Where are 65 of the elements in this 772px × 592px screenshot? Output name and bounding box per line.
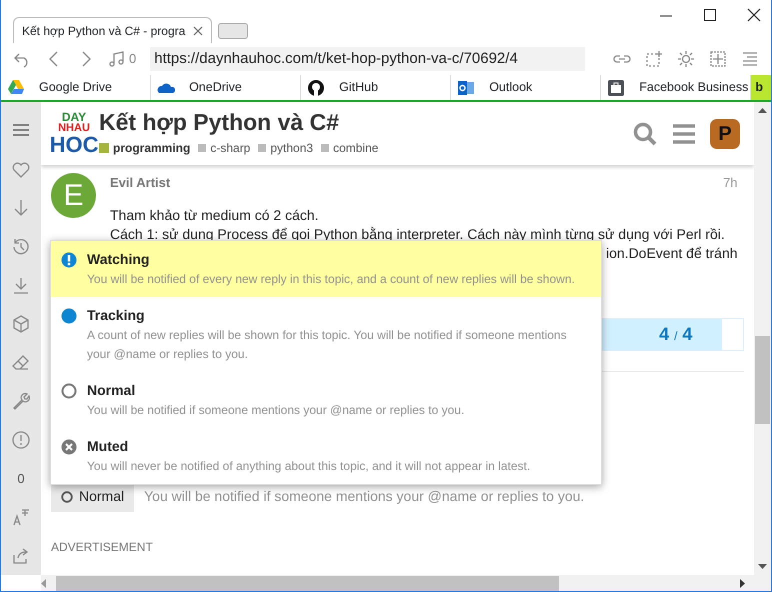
menu-item[interactable]: Normal You will be notified if someone mentions your @name or replies to you. (51, 372, 601, 428)
music-note-icon[interactable] (109, 51, 125, 67)
menu-item[interactable]: Tracking A count of new replies will be shown for this topic. You will be notified if someone mentions your @name or replies to you. (51, 297, 601, 372)
tag-square-icon (198, 144, 206, 152)
topic-tag[interactable]: c-sharp (210, 138, 250, 157)
menu-item[interactable]: Watching You will be notified of every new reply in this topic, and a count of new replies will be shown. (51, 241, 601, 297)
progress-count: 4 / 4 (659, 323, 692, 346)
address-bar[interactable]: https://daynhauhoc.com/t/ket-hop-python-va-c/70692/4 (150, 47, 585, 71)
menu-item-label: Normal (87, 381, 136, 400)
scroll-up-icon[interactable] (758, 108, 767, 113)
topic-title: Kết hợp Python và C# (99, 110, 340, 136)
topic-tag[interactable]: python3 (270, 138, 314, 157)
search-icon[interactable] (632, 120, 658, 146)
download-icon[interactable] (11, 276, 31, 296)
post-text: Tham khảo từ medium có 2 cách. (110, 206, 320, 225)
scroll-down-icon[interactable] (758, 564, 767, 569)
menu-item-description: You will be notified of every new reply in this topic, and a count of new replies will be shown. (87, 271, 575, 288)
dot-icon (61, 308, 77, 324)
scroll-right-icon[interactable] (740, 578, 745, 588)
scrollbar-thumb[interactable] (755, 336, 770, 424)
logo-text: DAY (62, 111, 86, 123)
tag-square-icon (321, 144, 330, 152)
topic-tag[interactable]: combine (333, 138, 378, 157)
exclamation-circle-icon (61, 252, 77, 268)
category-tag[interactable]: programming (113, 138, 190, 157)
counter: 0 (17, 470, 25, 488)
menu-icon[interactable] (741, 50, 759, 68)
briefcase-icon (607, 78, 626, 96)
mail-logo-icon (457, 78, 476, 96)
scroll-left-icon[interactable] (41, 578, 46, 588)
history-icon[interactable] (11, 237, 31, 258)
media-count: 0 (129, 50, 136, 68)
grid-icon[interactable] (709, 50, 727, 68)
advertisement-label: ADVERTISEMENT (51, 539, 154, 556)
author-name[interactable]: Evil Artist (110, 173, 170, 192)
close-icon[interactable] (747, 8, 761, 22)
new-tab-button[interactable] (218, 23, 248, 39)
brightness-icon[interactable] (677, 50, 695, 68)
cube-icon[interactable] (11, 314, 31, 334)
alert-icon[interactable] (11, 430, 31, 450)
crop-icon[interactable] (645, 50, 663, 68)
times-circle-icon (61, 439, 77, 455)
triangle-logo-icon (7, 78, 25, 96)
user-avatar[interactable]: P (710, 118, 740, 148)
maximize-icon[interactable] (703, 8, 717, 22)
logo-text: HOC (50, 134, 98, 156)
circle-icon (61, 490, 73, 502)
post-text: ion.DoEvent để tránh (606, 245, 738, 261)
menu-item-description: A count of new replies will be shown for this topic. You will be notified if someone mentions your @name or replies to you. (87, 327, 568, 363)
browser-tab[interactable]: Kết hợp Python và C# - progra (13, 17, 212, 43)
scrollbar-thumb[interactable] (56, 576, 559, 590)
menu-item-label: Watching (87, 250, 150, 269)
menu-item-description: You will never be notified of anything about this topic, and it will not appear in latest. (87, 458, 530, 475)
logo-text: NHAU (58, 123, 90, 134)
circle-icon (61, 383, 77, 399)
menu-item-label: Tracking (87, 306, 146, 325)
menu-item[interactable]: Muted You will never be notified of anything about this topic, and it will not appear in latest. (51, 428, 601, 484)
bookmark-item[interactable]: b (751, 75, 771, 100)
wrench-icon[interactable] (11, 391, 31, 412)
menu-item-label: Muted (87, 437, 130, 456)
menu-item-description: You will be notified if someone mentions your @name or replies to you. (87, 402, 464, 419)
notification-description: You will be notified if someone mentions your @name or replies to you. (144, 487, 584, 506)
tag-square-icon (258, 144, 266, 152)
heart-icon[interactable] (11, 160, 31, 180)
translate-icon[interactable] (11, 507, 31, 528)
